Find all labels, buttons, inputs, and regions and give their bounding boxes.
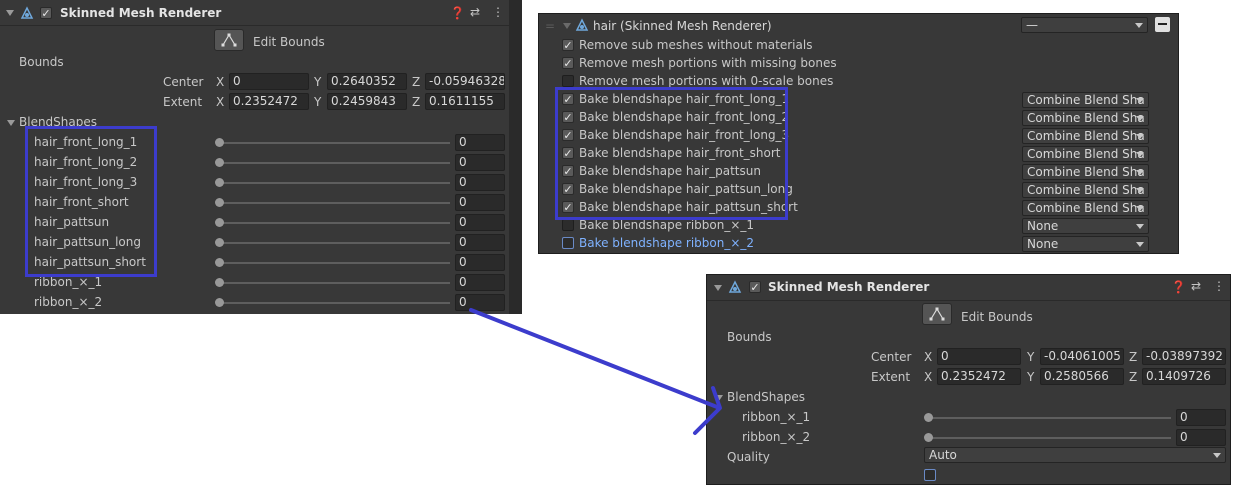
annotation-arrow xyxy=(469,308,722,435)
